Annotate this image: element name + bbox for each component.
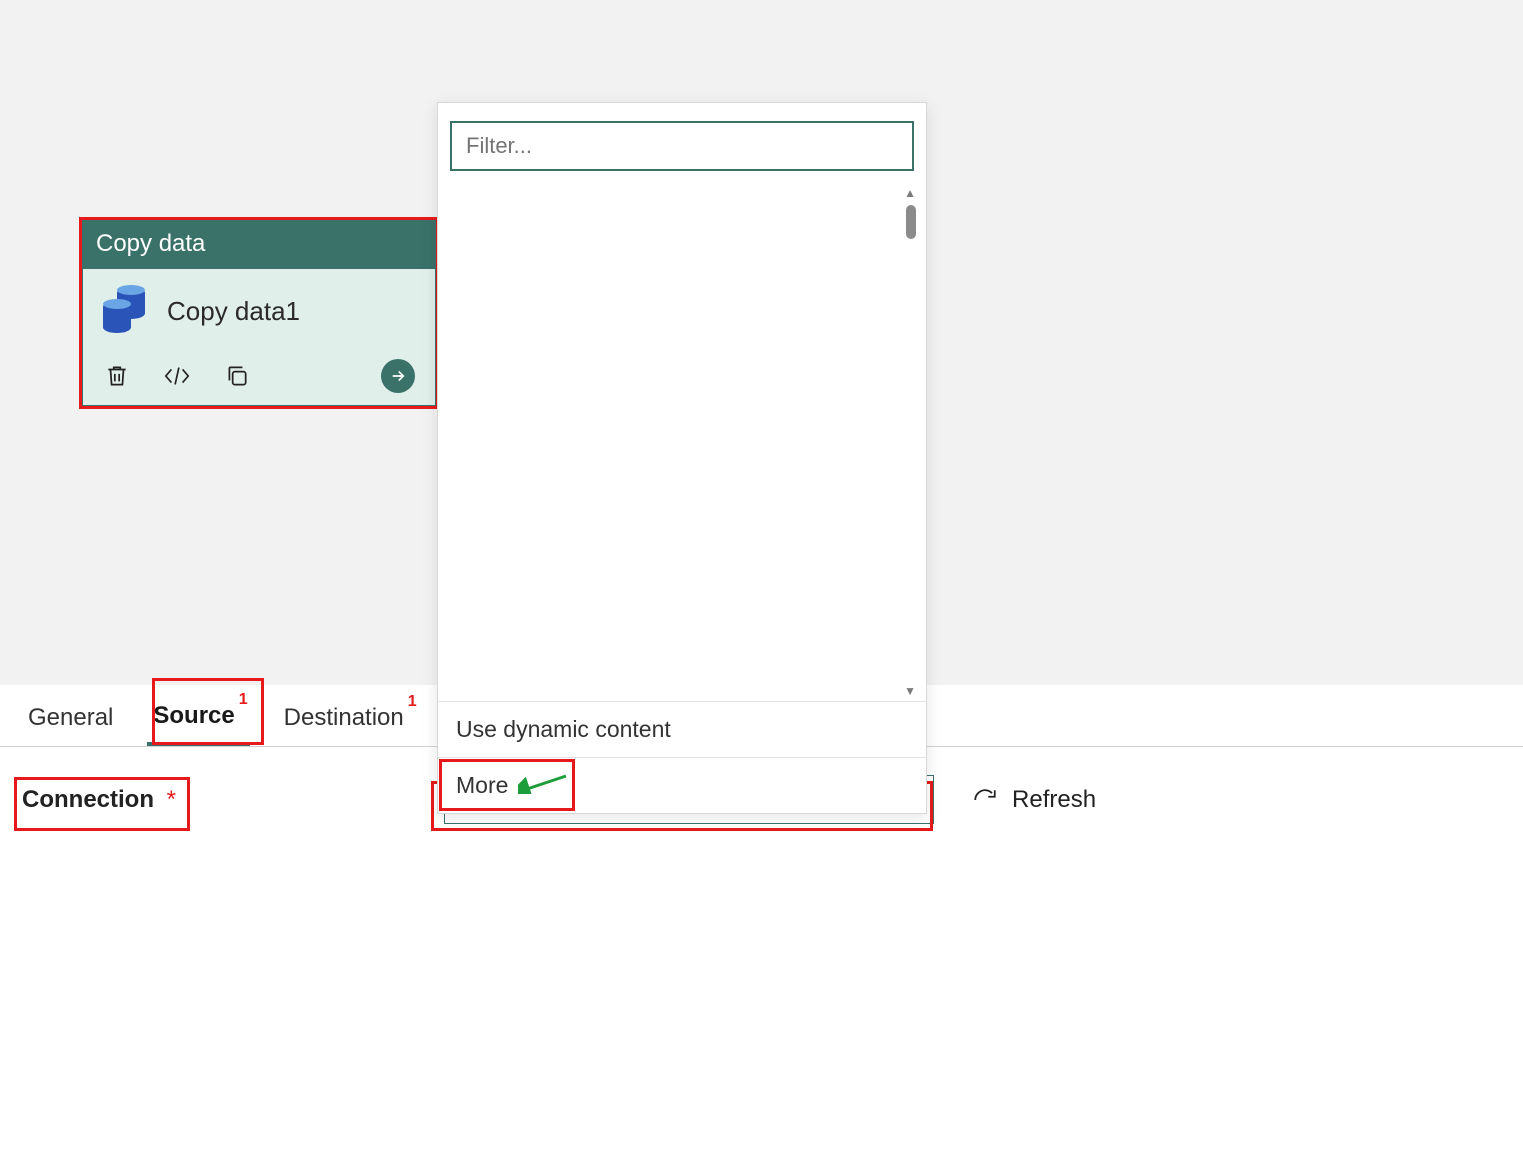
copy-icon[interactable] xyxy=(223,362,251,390)
refresh-button[interactable]: Refresh xyxy=(972,786,1096,814)
refresh-icon xyxy=(972,787,998,813)
tab-source[interactable]: Source 1 xyxy=(147,685,249,746)
pipeline-canvas[interactable]: Copy data Copy data1 xyxy=(0,0,1523,685)
connection-dropdown-panel: ▲ ▼ Use dynamic content More xyxy=(437,102,927,814)
use-dynamic-content-option[interactable]: Use dynamic content xyxy=(438,701,926,757)
tab-source-badge: 1 xyxy=(239,691,248,708)
more-label: More xyxy=(456,772,508,798)
tab-general-label: General xyxy=(28,704,113,731)
required-asterisk: * xyxy=(167,786,176,813)
database-icon xyxy=(103,287,145,335)
copy-data-activity-card[interactable]: Copy data Copy data1 xyxy=(79,217,439,409)
tab-destination-label: Destination xyxy=(284,704,404,731)
tab-destination-badge: 1 xyxy=(408,693,417,710)
tab-source-label: Source xyxy=(153,702,234,729)
scrollbar[interactable]: ▲ ▼ xyxy=(904,183,920,701)
activity-header: Copy data xyxy=(82,220,436,268)
refresh-label: Refresh xyxy=(1012,786,1096,814)
scroll-thumb[interactable] xyxy=(906,205,916,239)
tab-destination[interactable]: Destination1 xyxy=(278,687,419,744)
tab-general[interactable]: General xyxy=(22,688,119,744)
activity-name-label: Copy data1 xyxy=(167,296,300,327)
activity-body: Copy data1 xyxy=(82,268,436,406)
run-arrow-icon[interactable] xyxy=(381,359,415,393)
scroll-down-icon[interactable]: ▼ xyxy=(904,684,916,698)
delete-icon[interactable] xyxy=(103,362,131,390)
connection-label: Connection * xyxy=(22,786,186,814)
connection-label-text: Connection xyxy=(22,786,154,813)
code-icon[interactable] xyxy=(163,362,191,390)
dropdown-list: ▲ ▼ xyxy=(438,183,926,701)
annotation-arrow-icon xyxy=(518,772,568,794)
scroll-up-icon[interactable]: ▲ xyxy=(904,186,916,200)
more-option[interactable]: More xyxy=(438,757,926,813)
filter-input[interactable] xyxy=(450,121,914,171)
